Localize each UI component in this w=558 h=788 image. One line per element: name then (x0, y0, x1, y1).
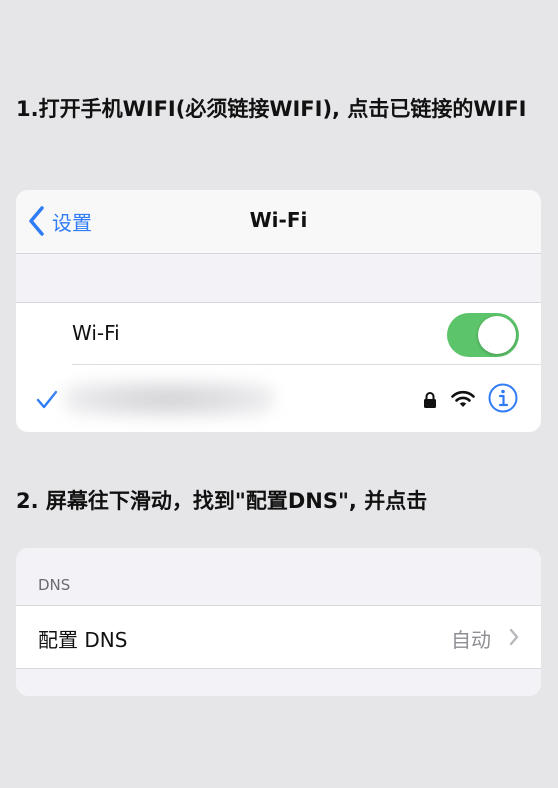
checkmark-icon (36, 390, 58, 409)
configure-dns-label: 配置 DNS (38, 628, 128, 652)
wifi-label: Wi-Fi (72, 321, 120, 345)
step-1-instruction: 1.打开手机WIFI(必须链接WIFI), 点击已链接的WIFI (16, 97, 527, 121)
configure-dns-row[interactable]: 配置 DNS 自动 (16, 605, 541, 669)
row-divider (72, 364, 541, 365)
lock-icon (424, 392, 436, 408)
wifi-toggle-row: Wi-Fi (16, 303, 541, 365)
toggle-knob (478, 316, 516, 354)
connected-network-row[interactable] (16, 366, 541, 432)
wifi-toggle[interactable] (447, 313, 519, 357)
step-2-instruction: 2. 屏幕往下滑动，找到"配置DNS", 并点击 (16, 489, 428, 513)
configure-dns-value: 自动 (451, 628, 491, 652)
navigation-bar: 设置 Wi-Fi (16, 190, 541, 254)
info-icon[interactable] (487, 382, 519, 414)
wifi-icon (451, 390, 475, 407)
page-title: Wi-Fi (249, 208, 308, 232)
dns-section-header: DNS (38, 576, 71, 594)
chevron-right-icon (509, 628, 519, 646)
network-name-blurred (64, 380, 274, 418)
tutorial-page: 1.打开手机WIFI(必须链接WIFI), 点击已链接的WIFI 设置 Wi-F… (0, 0, 558, 788)
wifi-settings-screenshot: 设置 Wi-Fi Wi-Fi (16, 190, 541, 432)
dns-settings-screenshot: DNS 配置 DNS 自动 (16, 548, 541, 696)
